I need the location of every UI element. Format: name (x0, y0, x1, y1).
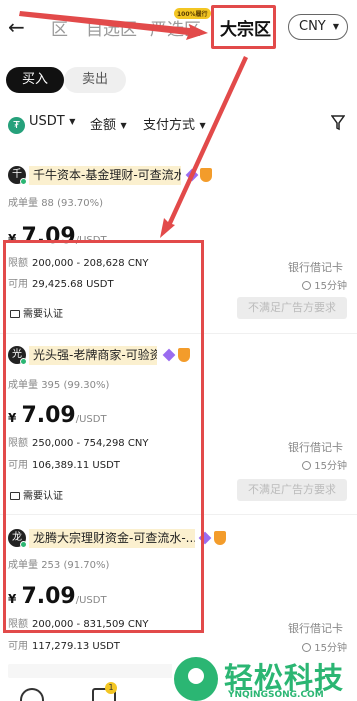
clock-icon (302, 461, 312, 470)
available-value: 117,279.13 USDT (32, 641, 120, 652)
watermark: 轻松科技 YNQINGSONG.COM (172, 653, 357, 701)
sell-tab[interactable]: 卖出 (64, 67, 126, 93)
currency-label: CNY (299, 19, 326, 34)
pay-time: 15分钟 (302, 457, 347, 472)
next-listing-peek (8, 664, 198, 678)
hot-badge: 100%履行 (174, 8, 211, 19)
merchant-name[interactable]: 千牛资本-基金理财-可查流水 (29, 166, 181, 185)
filter-funnel-icon[interactable] (331, 115, 345, 131)
available-label: 可用 (8, 641, 28, 652)
payment-filter[interactable]: 支付方式 ▼ (143, 114, 206, 133)
requirement-button[interactable]: 不满足广告方要求 (237, 479, 347, 501)
deal-stats: 成单量 88 (93.70%) (8, 194, 103, 209)
clock-icon (302, 281, 312, 290)
payment-method: 银行借记卡 (288, 622, 343, 635)
tether-icon: ₮ (8, 117, 25, 134)
top-nav: ← 区 自选区 严选区 100%履行 大宗区 CNY ▼ (0, 0, 357, 56)
coin-filter[interactable]: ₮ USDT ▼ (8, 114, 75, 134)
highlight-box-bulk-tab (211, 5, 276, 49)
filter-bar: ₮ USDT ▼ 金额 ▼ 支付方式 ▼ (0, 110, 357, 138)
amount-filter[interactable]: 金额 ▼ (90, 114, 127, 133)
caret-down-icon: ▼ (118, 121, 127, 130)
pay-time: 15分钟 (302, 639, 347, 654)
payment-filter-label: 支付方式 (143, 118, 196, 133)
watermark-url: YNQINGSONG.COM (228, 690, 324, 700)
deals-label: 成单量 (8, 198, 38, 209)
payment-method: 银行借记卡 (288, 261, 343, 274)
vip-diamond-icon (185, 168, 199, 182)
caret-down-icon: ▼ (197, 121, 206, 130)
available-row: 可用 117,279.13 USDT (8, 637, 120, 652)
brand-logo-icon (174, 657, 218, 701)
back-arrow-icon[interactable]: ← (8, 14, 30, 40)
caret-down-icon: ▼ (332, 22, 339, 31)
requirement-button[interactable]: 不满足广告方要求 (237, 297, 347, 319)
shield-badge-icon (214, 531, 226, 545)
tab-favorites[interactable]: 自选区 (86, 15, 137, 40)
clock-icon (302, 643, 312, 652)
pay-time-value: 15分钟 (314, 461, 347, 472)
coin-filter-label: USDT (29, 114, 65, 129)
online-dot-icon (20, 178, 27, 185)
tab-zone[interactable]: 区 (44, 15, 68, 40)
payment-method: 银行借记卡 (288, 441, 343, 454)
shield-badge-icon (200, 168, 212, 182)
highlight-box-listings (3, 240, 204, 633)
deals-value: 88 (93.70%) (41, 198, 104, 209)
pay-time-value: 15分钟 (314, 281, 347, 292)
currency-select[interactable]: CNY ▼ (288, 14, 348, 40)
notification-badge: 1 (105, 682, 117, 694)
caret-down-icon: ▼ (66, 117, 76, 126)
pay-time: 15分钟 (302, 277, 347, 292)
amount-filter-label: 金额 (90, 118, 117, 133)
buy-tab[interactable]: 买入 (6, 67, 64, 93)
